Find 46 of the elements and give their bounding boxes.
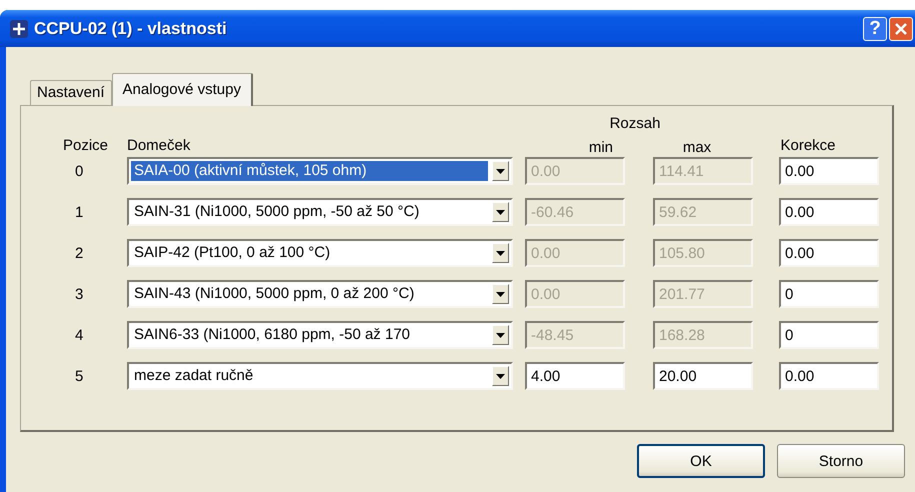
window-title: CCPU-02 (1) - vlastnosti xyxy=(34,18,227,38)
number-field[interactable]: 20.00 xyxy=(653,362,753,390)
help-button[interactable]: ? xyxy=(863,16,887,40)
dropdown-value: meze zadat ručně xyxy=(133,366,254,386)
position-number: 0 xyxy=(74,162,84,180)
position-number: 2 xyxy=(74,244,84,262)
dropdown-caret-icon[interactable] xyxy=(492,243,509,263)
number-field[interactable]: 0.00 xyxy=(779,198,879,226)
column-header: min xyxy=(588,140,613,154)
dropdown-value: SAIN-43 (Ni1000, 5000 ppm, 0 až 200 °C) xyxy=(133,284,416,304)
number-field[interactable]: 4.00 xyxy=(525,362,625,390)
dropdown-value: SAIP-42 (Pt100, 0 až 100 °C) xyxy=(133,243,332,263)
close-icon[interactable] xyxy=(889,16,913,40)
dropdown-caret-icon[interactable] xyxy=(492,366,509,386)
number-field[interactable]: 0 xyxy=(779,280,879,308)
dropdown-value: SAIN6-33 (Ni1000, 6180 ppm, -50 až 170 xyxy=(133,325,411,345)
housing-dropdown[interactable]: meze zadat ručně xyxy=(127,362,513,390)
number-field[interactable]: 0 xyxy=(779,321,879,349)
position-number: 4 xyxy=(74,326,84,344)
position-number: 5 xyxy=(74,368,84,384)
column-header: Korekce xyxy=(779,138,836,154)
column-header: max xyxy=(682,140,712,154)
tab[interactable]: Nastavení xyxy=(30,80,112,105)
number-field[interactable]: 0.00 xyxy=(779,239,879,267)
housing-dropdown[interactable]: SAIN6-33 (Ni1000, 6180 ppm, -50 až 170 xyxy=(127,321,513,349)
number-field[interactable]: 0.00 xyxy=(779,362,879,390)
dropdown-caret-icon[interactable] xyxy=(492,161,509,181)
column-header: Rozsah xyxy=(608,116,660,134)
dropdown-caret-icon[interactable] xyxy=(492,202,509,222)
dialog-button[interactable]: Storno xyxy=(777,444,905,478)
position-number: 3 xyxy=(74,286,84,302)
position-number: 1 xyxy=(74,204,84,220)
housing-dropdown[interactable]: SAIN-31 (Ni1000, 5000 ppm, -50 až 50 °C) xyxy=(127,198,513,226)
housing-dropdown[interactable]: SAIN-43 (Ni1000, 5000 ppm, 0 až 200 °C) xyxy=(127,280,513,308)
column-header: Pozice xyxy=(63,138,108,154)
dropdown-caret-icon[interactable] xyxy=(492,325,509,345)
housing-dropdown[interactable]: SAIP-42 (Pt100, 0 až 100 °C) xyxy=(127,239,513,267)
dropdown-caret-icon[interactable] xyxy=(492,284,509,304)
tab[interactable]: Analogové vstupy xyxy=(112,73,253,106)
cross-icon xyxy=(10,20,28,38)
number-field[interactable]: 0.00 xyxy=(779,157,879,185)
dropdown-value: SAIA-00 (aktivní můstek, 105 ohm) xyxy=(131,161,488,181)
dialog-button[interactable]: OK xyxy=(637,444,765,478)
dropdown-value: SAIN-31 (Ni1000, 5000 ppm, -50 až 50 °C) xyxy=(133,202,420,222)
housing-dropdown[interactable]: SAIA-00 (aktivní můstek, 105 ohm) xyxy=(127,157,513,185)
column-header: Domeček xyxy=(127,138,192,154)
